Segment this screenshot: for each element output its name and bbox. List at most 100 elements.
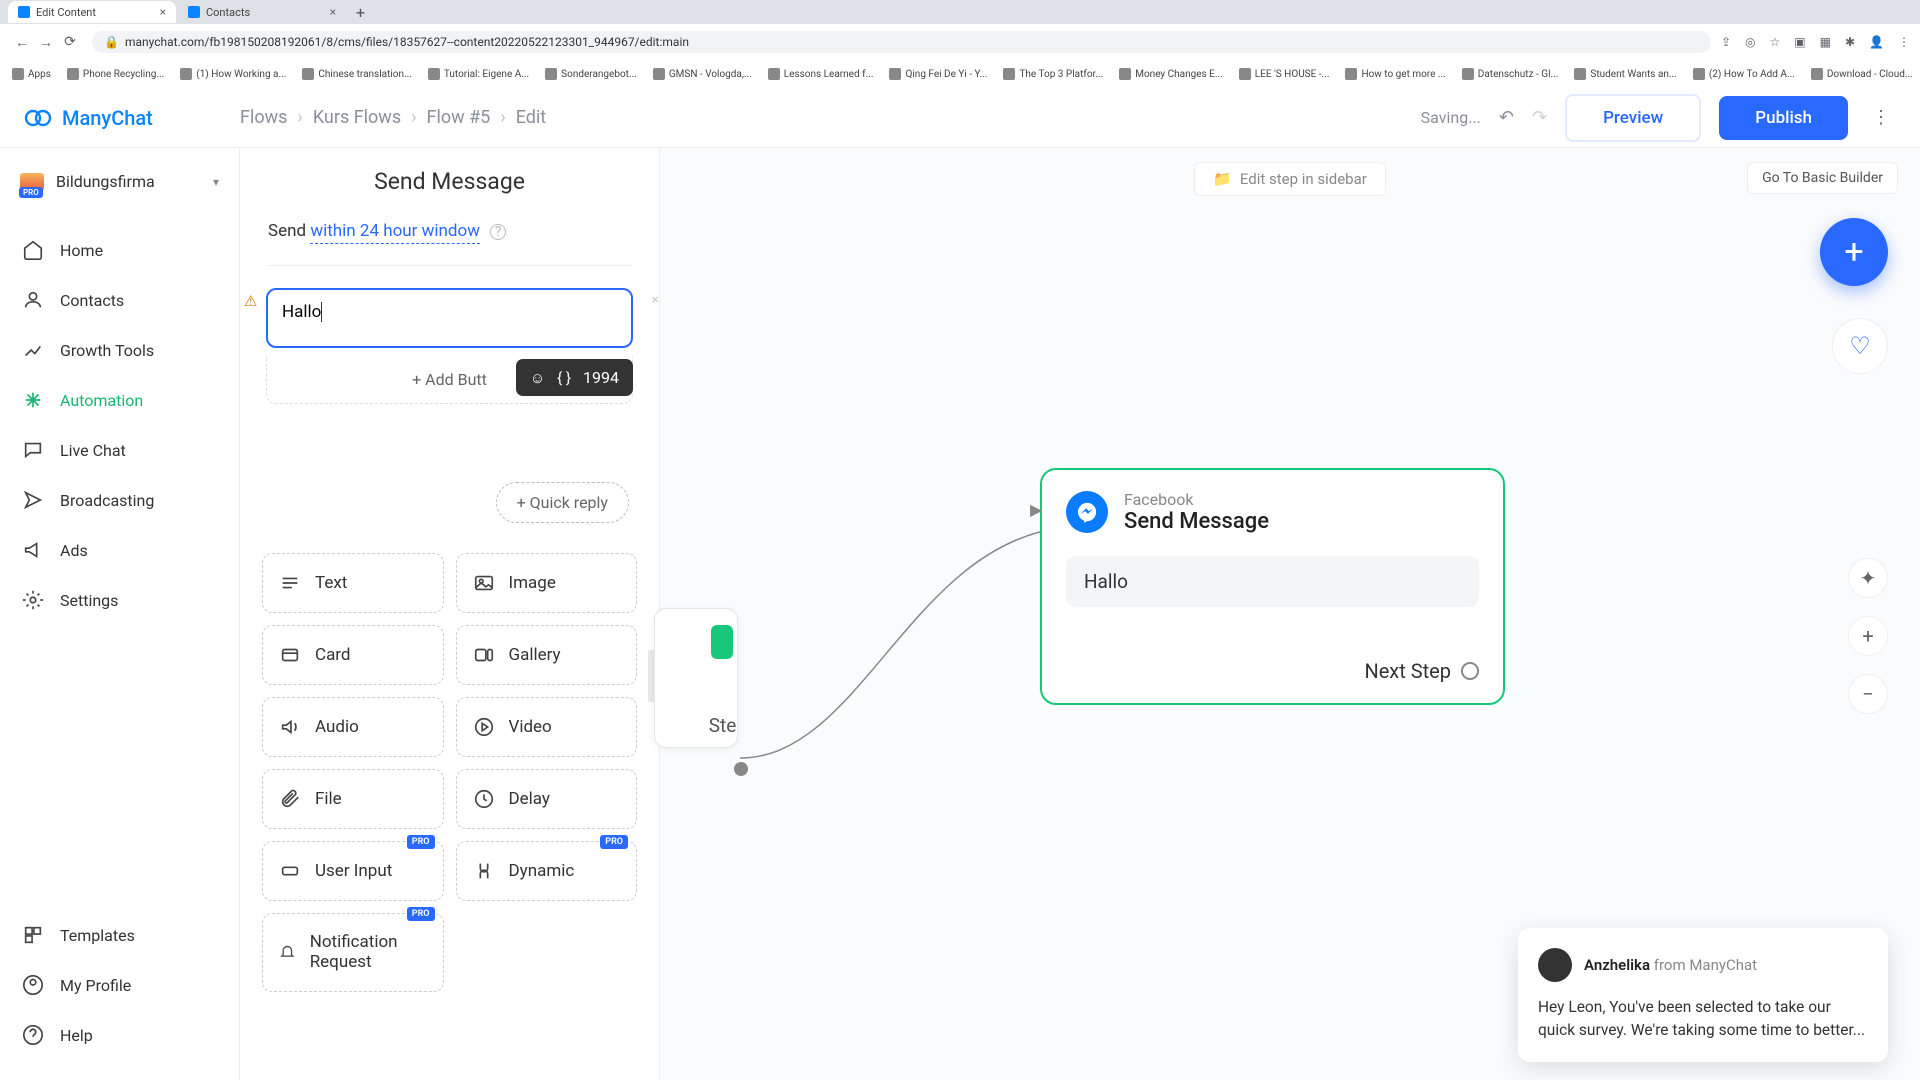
block-option-video[interactable]: Video: [456, 697, 638, 757]
close-icon[interactable]: ×: [330, 5, 336, 19]
brand-logo[interactable]: ManyChat: [24, 104, 240, 132]
clock-icon: [473, 788, 495, 810]
menu-button[interactable]: ⋮: [1898, 35, 1910, 49]
block-option-text[interactable]: Text: [262, 553, 444, 613]
image-icon: [473, 572, 495, 594]
sidebar-item-growth-tools[interactable]: Growth Tools: [0, 325, 239, 375]
new-tab-button[interactable]: +: [348, 3, 373, 22]
editor-title: Send Message: [240, 148, 659, 221]
block-option-card[interactable]: Card: [262, 625, 444, 685]
bookmark[interactable]: Money Changes E...: [1119, 68, 1223, 80]
auto-arrange-button[interactable]: ✦: [1848, 558, 1888, 598]
chat-author: Anzhelika: [1584, 956, 1650, 974]
support-chat-card[interactable]: Anzhelika from ManyChat Hey Leon, You've…: [1518, 928, 1888, 1063]
bookmark[interactable]: Download - Cloud...: [1811, 68, 1913, 80]
bookmark[interactable]: LEE 'S HOUSE -...: [1239, 68, 1330, 80]
more-menu-button[interactable]: ⋮: [1866, 107, 1896, 128]
variable-button[interactable]: { }: [557, 369, 571, 387]
add-step-fab[interactable]: +: [1820, 218, 1888, 286]
sidebar-item-label: Settings: [60, 591, 118, 610]
sidebar-item-contacts[interactable]: Contacts: [0, 275, 239, 325]
block-option-notification-request[interactable]: PRO Notification Request: [262, 913, 444, 992]
message-text-input[interactable]: Hallo ☺ { } 1994: [266, 288, 633, 348]
pro-badge: PRO: [19, 187, 43, 198]
manychat-icon: [24, 104, 52, 132]
breadcrumb-item[interactable]: Edit: [516, 107, 546, 128]
char-counter: 1994: [583, 368, 619, 387]
bookmark[interactable]: Sonderangebot...: [545, 68, 637, 80]
block-label: Card: [315, 645, 351, 665]
block-option-audio[interactable]: Audio: [262, 697, 444, 757]
bookmark[interactable]: (2) How To Add A...: [1693, 68, 1795, 80]
node-output-port[interactable]: [734, 762, 748, 776]
bookmark[interactable]: How to get more ...: [1345, 68, 1445, 80]
bookmark[interactable]: Qing Fei De Yi - Y...: [889, 68, 987, 80]
breadcrumb-item[interactable]: Flows: [240, 107, 287, 128]
forward-button[interactable]: →: [34, 34, 58, 51]
bookmark[interactable]: Apps: [12, 68, 51, 80]
block-option-user-input[interactable]: PRO User Input: [262, 841, 444, 901]
zoom-in-button[interactable]: +: [1848, 616, 1888, 656]
edit-in-sidebar-pill[interactable]: 📁 Edit step in sidebar: [1194, 162, 1386, 196]
redo-button[interactable]: ↷: [1532, 107, 1547, 128]
sidebar-item-settings[interactable]: Settings: [0, 575, 239, 625]
block-option-file[interactable]: File: [262, 769, 444, 829]
account-switcher[interactable]: PRO Bildungsfirma ▾: [14, 166, 225, 197]
block-option-dynamic[interactable]: PRO Dynamic: [456, 841, 638, 901]
favorite-fab[interactable]: ♡: [1832, 318, 1888, 374]
block-option-gallery[interactable]: Gallery: [456, 625, 638, 685]
sidebar-item-live-chat[interactable]: Live Chat: [0, 425, 239, 475]
bookmark[interactable]: Tutorial: Eigene A...: [428, 68, 529, 80]
bookmark[interactable]: Chinese translation...: [302, 68, 412, 80]
star-icon[interactable]: ☆: [1770, 35, 1781, 49]
bookmark[interactable]: Phone Recycling...: [67, 68, 164, 80]
browser-tab[interactable]: Contacts ×: [178, 1, 346, 23]
info-icon[interactable]: ?: [490, 224, 506, 240]
bookmark[interactable]: GMSN - Vologda,...: [653, 68, 752, 80]
reload-button[interactable]: ⟳: [58, 34, 82, 50]
sidebar-item-ads[interactable]: Ads: [0, 525, 239, 575]
translate-icon[interactable]: ⇪: [1721, 35, 1731, 49]
audio-icon: [279, 716, 301, 738]
block-option-delay[interactable]: Delay: [456, 769, 638, 829]
emoji-button[interactable]: ☺: [530, 369, 545, 387]
breadcrumb-item[interactable]: Flow #5: [427, 107, 491, 128]
add-quick-reply-button[interactable]: + Quick reply: [496, 482, 629, 523]
browser-tab[interactable]: Edit Content ×: [8, 1, 176, 23]
avatar-icon[interactable]: 👤: [1869, 35, 1884, 49]
sidebar-item-home[interactable]: Home: [0, 225, 239, 275]
block-option-image[interactable]: Image: [456, 553, 638, 613]
extensions-button[interactable]: ✱: [1845, 35, 1855, 49]
home-icon: [22, 239, 44, 261]
go-basic-builder-button[interactable]: Go To Basic Builder: [1747, 162, 1898, 194]
breadcrumb-item[interactable]: Kurs Flows: [313, 107, 401, 128]
flow-node-send-message[interactable]: ▶ Facebook Send Message Hallo Next Step: [1040, 468, 1505, 705]
bookmark[interactable]: Datenschutz - Gl...: [1462, 68, 1559, 80]
sidebar-item-label: Automation: [60, 391, 143, 410]
publish-button[interactable]: Publish: [1719, 96, 1848, 140]
bookmark[interactable]: (1) How Working a...: [180, 68, 286, 80]
flow-canvas[interactable]: 📁 Edit step in sidebar Go To Basic Build…: [660, 148, 1920, 1080]
node-output-port[interactable]: [1461, 662, 1479, 680]
extension-icon[interactable]: ◎: [1745, 35, 1755, 49]
undo-button[interactable]: ↶: [1499, 107, 1514, 128]
sidebar-item-templates[interactable]: Templates: [0, 910, 239, 960]
bookmark[interactable]: Lessons Learned f...: [768, 68, 874, 80]
back-button[interactable]: ←: [10, 34, 34, 51]
extension-icon[interactable]: ▣: [1794, 35, 1805, 49]
close-icon[interactable]: ×: [160, 5, 166, 19]
page-icon: [1119, 68, 1131, 80]
sidebar-item-help[interactable]: Help: [0, 1010, 239, 1060]
extension-icon[interactable]: ▦: [1820, 35, 1831, 49]
remove-block-button[interactable]: ×: [652, 292, 659, 308]
bookmark[interactable]: Student Wants an...: [1574, 68, 1676, 80]
zoom-out-button[interactable]: −: [1848, 674, 1888, 714]
sidebar-item-broadcasting[interactable]: Broadcasting: [0, 475, 239, 525]
sidebar-item-automation[interactable]: Automation: [0, 375, 239, 425]
bookmark[interactable]: The Top 3 Platfor...: [1003, 68, 1103, 80]
sidebar-item-my-profile[interactable]: My Profile: [0, 960, 239, 1010]
address-bar[interactable]: 🔒 manychat.com/fb198150208192061/8/cms/f…: [92, 31, 1711, 53]
preview-button[interactable]: Preview: [1565, 94, 1701, 142]
flow-node-trigger[interactable]: Step: [654, 608, 738, 748]
send-window-link[interactable]: within 24 hour window: [310, 221, 480, 244]
